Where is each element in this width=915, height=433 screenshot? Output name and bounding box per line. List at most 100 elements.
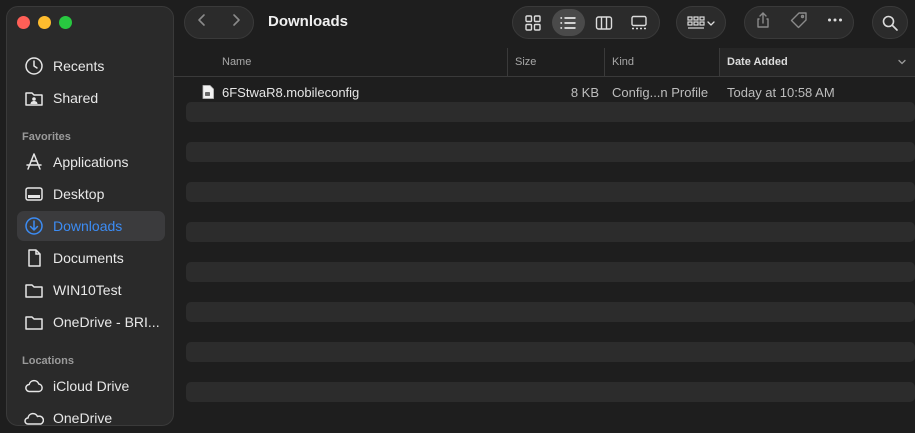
file-date-cell: Today at 10:58 AM — [727, 82, 835, 102]
sidebar-section-favorites: Favorites — [22, 131, 71, 143]
actions-toolbar — [744, 6, 854, 39]
columns-icon — [595, 15, 612, 30]
chevron-right-icon — [233, 14, 240, 26]
back-button[interactable] — [195, 13, 209, 32]
chevron-left-icon — [198, 14, 205, 26]
gallery-icon — [631, 15, 647, 29]
shared-folder-icon — [23, 87, 45, 109]
more-actions-button[interactable] — [826, 11, 844, 34]
forward-button[interactable] — [229, 13, 243, 32]
empty-row — [186, 222, 915, 242]
empty-row — [186, 342, 915, 362]
sidebar-item-icloud-drive[interactable]: iCloud Drive — [17, 371, 165, 401]
empty-row — [186, 202, 915, 222]
document-icon — [23, 247, 45, 269]
share-icon — [757, 12, 769, 28]
sidebar-item-label: Recents — [53, 58, 105, 74]
file-kind: Config...n Profile — [612, 84, 709, 100]
ellipsis-icon — [828, 18, 842, 22]
applications-icon — [23, 151, 45, 173]
view-mode-selector — [512, 6, 660, 39]
empty-row — [186, 162, 915, 182]
clock-icon — [23, 55, 45, 77]
chevron-down-icon — [898, 59, 906, 65]
sidebar-item-shared[interactable]: Shared — [17, 83, 165, 113]
sidebar-item-onedrive-folder[interactable]: OneDrive - BRI... — [17, 307, 165, 337]
empty-row — [186, 122, 915, 142]
sidebar-section-locations: Locations — [22, 355, 74, 367]
file-name-cell: 6FStwaR8.mobileconfig — [202, 82, 359, 102]
sidebar-item-documents[interactable]: Documents — [17, 243, 165, 273]
config-file-icon — [202, 85, 214, 99]
column-name[interactable]: Name — [222, 48, 507, 76]
column-size-label: Size — [515, 56, 537, 68]
sidebar-item-label: Shared — [53, 90, 99, 106]
empty-row — [186, 362, 915, 382]
window-controls — [17, 16, 72, 29]
sidebar-item-desktop[interactable]: Desktop — [17, 179, 165, 209]
share-button[interactable] — [754, 11, 772, 34]
zoom-window-button[interactable] — [59, 16, 72, 29]
column-view-button[interactable] — [587, 9, 621, 36]
column-size[interactable]: Size — [507, 48, 604, 76]
onedrive-cloud-icon — [23, 407, 45, 429]
empty-row — [186, 242, 915, 262]
gallery-view-button[interactable] — [623, 9, 657, 36]
empty-row — [186, 182, 915, 202]
search-button[interactable] — [872, 6, 908, 39]
sidebar: Recents Shared Favorites Applications De… — [6, 6, 174, 426]
empty-row — [186, 402, 915, 422]
column-name-label: Name — [222, 56, 252, 68]
minimize-window-button[interactable] — [38, 16, 51, 29]
sidebar-item-recents[interactable]: Recents — [17, 51, 165, 81]
empty-row — [186, 102, 915, 122]
main-content: Downloads Name Size Kind Date Added 6FSt… — [174, 0, 915, 429]
sidebar-item-applications[interactable]: Applications — [17, 147, 165, 177]
file-size-cell: 8 KB — [526, 82, 599, 102]
file-date-added: Today at 10:58 AM — [727, 84, 835, 100]
sidebar-item-label: OneDrive - BRI... — [53, 314, 160, 330]
sidebar-item-label: Documents — [53, 250, 124, 266]
file-name: 6FStwaR8.mobileconfig — [222, 84, 360, 100]
list-view-button[interactable] — [551, 9, 585, 36]
empty-row — [186, 302, 915, 322]
search-icon — [882, 15, 898, 31]
table-row[interactable]: 6FStwaR8.mobileconfig 8 KB Config...n Pr… — [186, 82, 915, 102]
empty-row — [186, 382, 915, 402]
sidebar-item-label: OneDrive — [53, 410, 113, 426]
file-kind-cell: Config...n Profile — [612, 82, 708, 102]
folder-icon — [23, 279, 45, 301]
sidebar-item-label: WIN10Test — [53, 282, 122, 298]
sidebar-item-label: Desktop — [53, 186, 105, 202]
group-grid-icon — [687, 15, 715, 29]
column-kind[interactable]: Kind — [604, 48, 719, 76]
list-icon — [560, 16, 576, 29]
sidebar-item-win10test[interactable]: WIN10Test — [17, 275, 165, 305]
group-by-button[interactable] — [676, 6, 726, 39]
empty-row — [186, 282, 915, 302]
file-list: 6FStwaR8.mobileconfig 8 KB Config...n Pr… — [186, 78, 915, 418]
empty-row — [186, 262, 915, 282]
tag-button[interactable] — [790, 11, 808, 34]
column-date-added[interactable]: Date Added — [719, 48, 915, 76]
column-kind-label: Kind — [612, 56, 635, 68]
download-icon — [23, 215, 45, 237]
desktop-icon — [23, 183, 45, 205]
column-header: Name Size Kind Date Added — [174, 48, 915, 77]
column-date-added-label: Date Added — [727, 56, 788, 68]
empty-row — [186, 142, 915, 162]
window-title: Downloads — [268, 13, 349, 30]
sidebar-item-label: Applications — [53, 154, 129, 170]
sidebar-item-downloads[interactable]: Downloads — [17, 211, 165, 241]
empty-row — [186, 322, 915, 342]
folder-icon — [23, 311, 45, 333]
sidebar-item-label: iCloud Drive — [53, 378, 130, 394]
cloud-icon — [23, 375, 45, 397]
tag-icon — [790, 12, 807, 29]
close-window-button[interactable] — [17, 16, 30, 29]
icon-view-button[interactable] — [516, 9, 550, 36]
file-size: 8 KB — [570, 84, 599, 100]
grid-icon — [525, 14, 541, 31]
navigation-buttons — [184, 6, 254, 39]
sidebar-item-label: Downloads — [53, 218, 123, 234]
